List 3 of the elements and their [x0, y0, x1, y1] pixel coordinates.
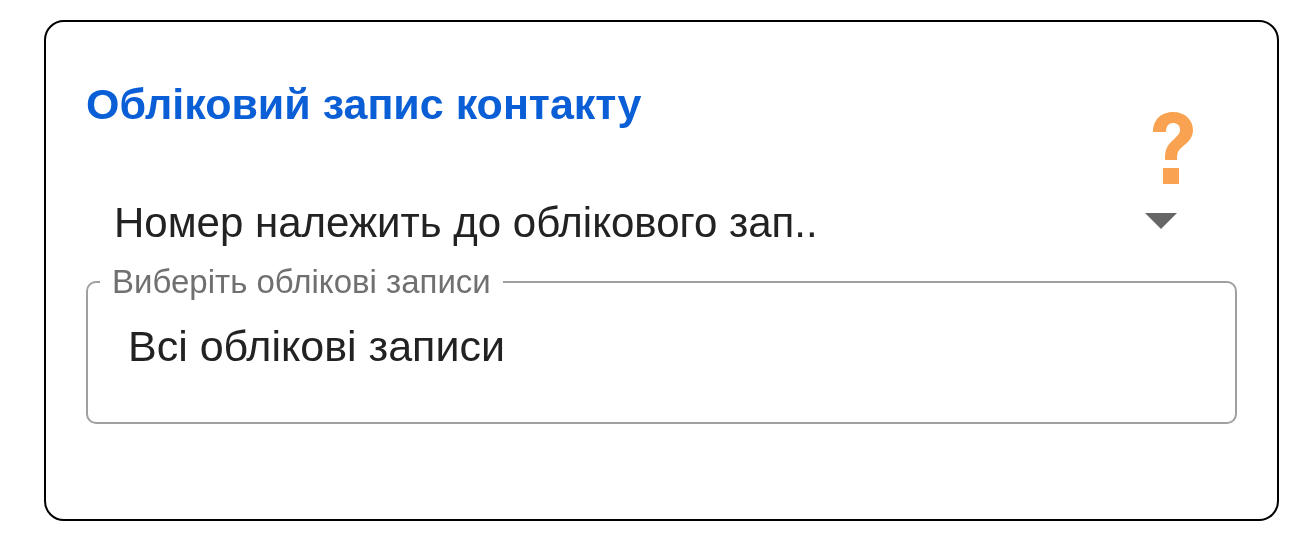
card-title: Обліковий запис контакту: [86, 79, 642, 130]
caret-icon: [1145, 213, 1177, 231]
account-dropdown[interactable]: Номер належить до облікового зап..: [114, 190, 1177, 254]
